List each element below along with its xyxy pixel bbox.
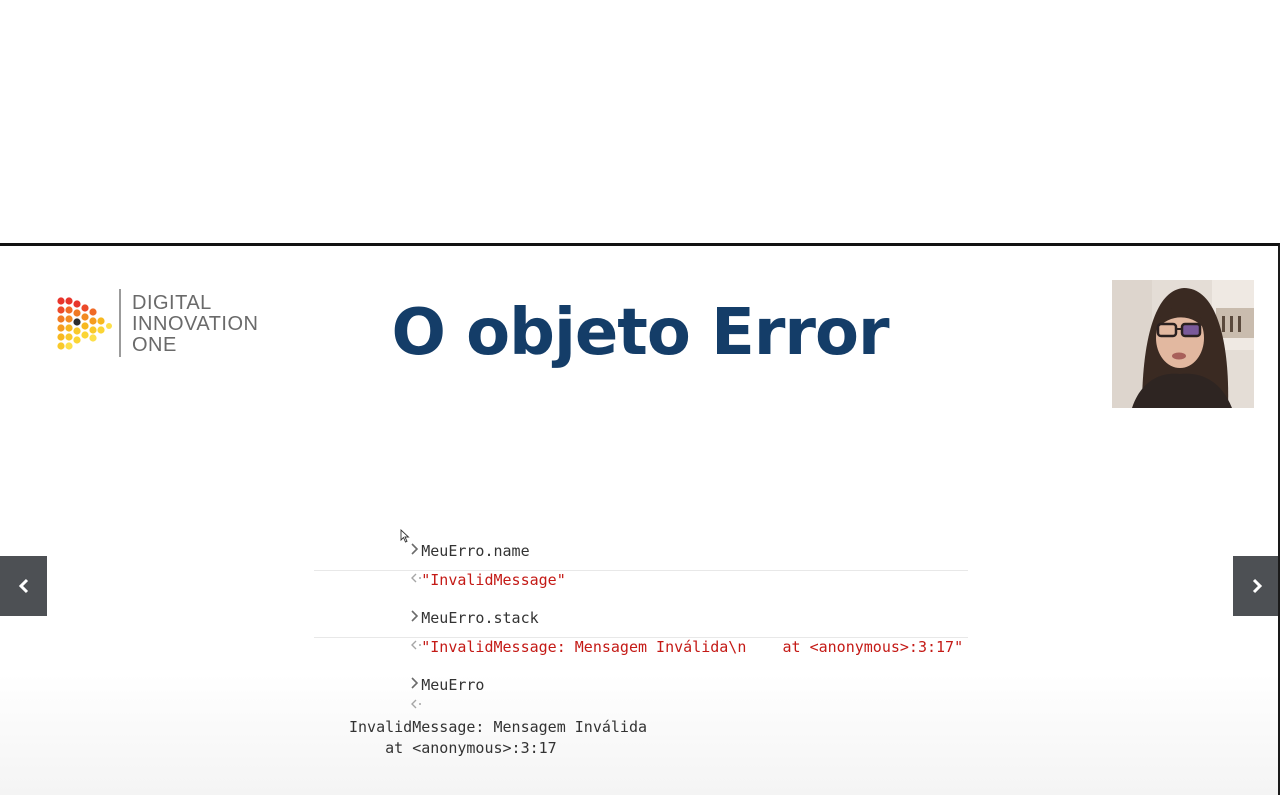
console-output-text-line2: at <anonymous>:3:17	[349, 739, 557, 757]
next-slide-button[interactable]	[1233, 556, 1278, 616]
console-entry: MeuErro.name "InvalidMessage"	[314, 508, 968, 589]
devtools-console: MeuErro.name "InvalidMessage" MeuErro.st…	[314, 508, 968, 795]
previous-slide-button[interactable]	[0, 556, 47, 616]
return-arrow-icon	[326, 675, 422, 738]
console-output-line: InvalidMessage: Mensagem Inválida at <an…	[314, 671, 968, 795]
mouse-cursor-icon	[400, 529, 410, 543]
console-output-line: "InvalidMessage: Mensagem Inválida\n at …	[314, 604, 968, 656]
logo-line-2: INNOVATION	[132, 313, 259, 335]
logo-mark-icon	[57, 297, 112, 350]
slide: DIGITAL INNOVATION ONE O objeto Error Me…	[0, 243, 1280, 795]
console-input-line: MeuErro.name	[314, 508, 968, 560]
chevron-left-icon	[18, 578, 28, 594]
logo-line-3: ONE	[132, 334, 177, 356]
presenter-video-icon	[1112, 280, 1254, 408]
logo: DIGITAL INNOVATION ONE	[56, 289, 276, 359]
logo-divider	[119, 289, 121, 357]
presenter-webcam	[1112, 280, 1254, 408]
chevron-right-icon	[1252, 578, 1262, 594]
logo-wordmark: DIGITAL INNOVATION ONE	[132, 293, 258, 356]
console-output-text: InvalidMessage: Mensagem Inválida	[349, 718, 648, 736]
slide-title: O objeto Error	[391, 296, 889, 370]
top-blank-area	[0, 0, 1282, 243]
console-output-line: "InvalidMessage"	[314, 537, 968, 589]
console-entry: MeuErro.stack "InvalidMessage: Mensagem …	[314, 575, 968, 656]
console-input-line: MeuErro.stack	[314, 575, 968, 627]
console-entry: MeuErro InvalidMessage: Mensagem Inválid…	[314, 642, 968, 795]
logo-line-1: DIGITAL	[132, 292, 212, 314]
console-input-line: MeuErro	[314, 642, 968, 694]
